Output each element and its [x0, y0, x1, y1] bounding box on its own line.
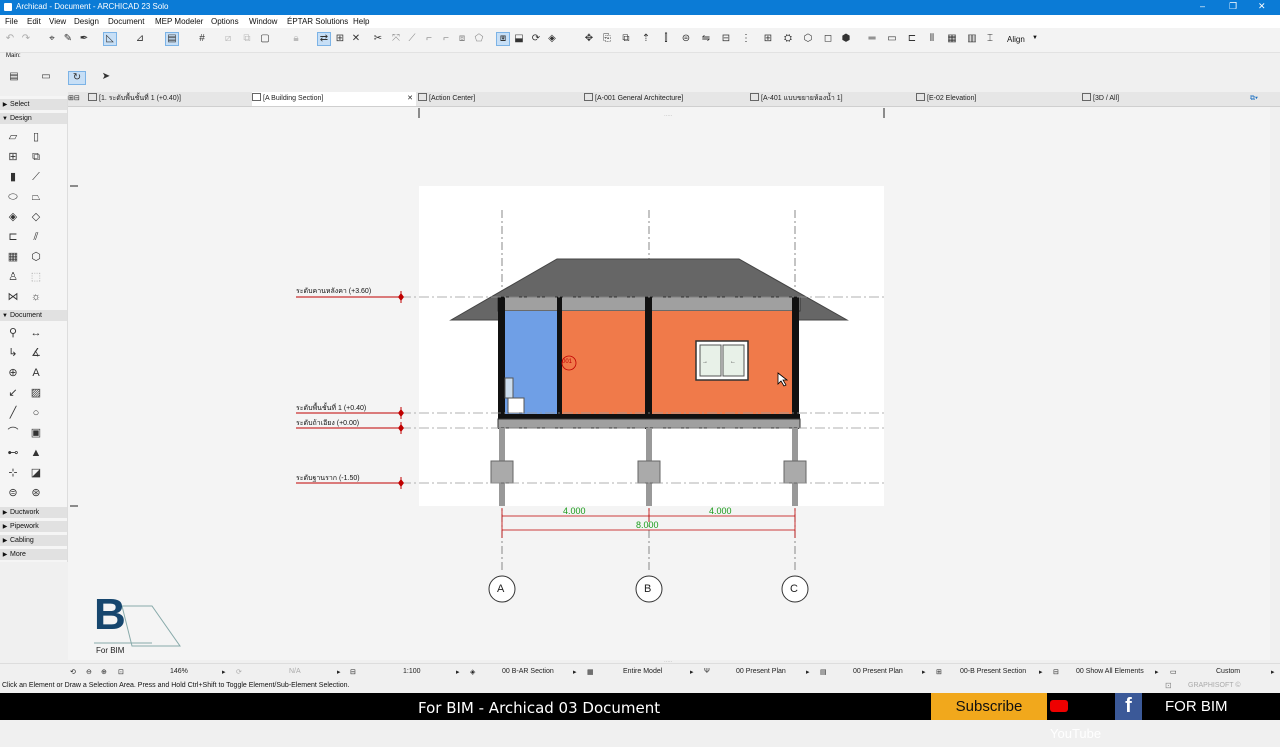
- column-c: [792, 297, 799, 429]
- scale-icon[interactable]: ⊟: [350, 668, 356, 676]
- level-markers: [296, 291, 402, 489]
- rotate-view-icon[interactable]: ⟳: [236, 668, 242, 676]
- angle-value[interactable]: N/A: [289, 668, 301, 675]
- youtube-label: YouTube: [1050, 726, 1102, 741]
- sink: [504, 377, 514, 399]
- pen-set-icon[interactable]: Ψ: [704, 668, 710, 675]
- status-hint: Click an Element or Draw a Selection Are…: [2, 682, 350, 689]
- facebook-icon[interactable]: f: [1115, 693, 1142, 720]
- video-banner: For BIM - Archicad 03 Document Subscribe…: [0, 693, 1280, 741]
- dimension-style-icon[interactable]: ▭: [1170, 668, 1177, 676]
- structure-display-icon[interactable]: ⊟: [1053, 668, 1059, 676]
- level-label-roof-beam: ระดับคานหลังคา (+3.60): [296, 288, 372, 295]
- renovation-icon[interactable]: ⊞: [936, 668, 942, 676]
- svg-text:←: ←: [730, 359, 736, 365]
- zoom-value[interactable]: 146%: [170, 668, 188, 675]
- zoom-out-icon[interactable]: ⊖: [86, 668, 92, 676]
- youtube-play-icon: [1050, 700, 1068, 712]
- grid-label-b: B: [644, 583, 652, 595]
- footing-a: [490, 460, 514, 484]
- graphic-override-icon[interactable]: ▤: [820, 668, 827, 676]
- scale-arrow-icon[interactable]: ▸: [456, 668, 460, 676]
- level-label-ground: ระดับถ้าเอียง (+0.00): [296, 420, 360, 427]
- model-arrow-icon[interactable]: ▸: [690, 668, 694, 676]
- building-section-drawing: → ← ..... .....: [70, 108, 885, 664]
- graphisoft-credit: GRAPHISOFT ©: [1188, 682, 1241, 689]
- footing-c: [783, 460, 807, 484]
- grid-label-a: A: [497, 583, 505, 595]
- dimension-text-ab: 4.000: [563, 506, 586, 516]
- level-label-foundation: ระดับฐานราก (-1.50): [296, 475, 360, 482]
- for-bim-logo: B For BIM: [92, 590, 182, 658]
- level-label-floor-1: ระดับพื้นชั้นที่ 1 (+0.40): [296, 405, 367, 412]
- floor-beam: [497, 418, 801, 429]
- undo-view-icon[interactable]: ⟲: [70, 668, 76, 676]
- graphic-override-value[interactable]: 00 Present Plan: [853, 668, 903, 675]
- logo-caption: For BIM: [96, 646, 125, 655]
- youtube-link[interactable]: YouTube: [1050, 693, 1114, 741]
- structure-display-value[interactable]: 00 Show All Elements: [1076, 668, 1144, 675]
- svg-text:.....: .....: [664, 112, 673, 118]
- structure-arrow-icon[interactable]: ▸: [1155, 668, 1159, 676]
- model-view-icon[interactable]: ▦: [587, 668, 594, 676]
- pen-set-value[interactable]: 00 Present Plan: [736, 668, 786, 675]
- layer-combination[interactable]: 00 B-AR Section: [502, 668, 554, 675]
- column-a: [498, 297, 505, 429]
- room-wall-fill: [561, 311, 647, 414]
- renovation-value[interactable]: 00-B Present Section: [960, 668, 1026, 675]
- zoom-in-icon[interactable]: ⊕: [101, 668, 107, 676]
- floor-slab: [498, 414, 800, 419]
- layer-arrow-icon[interactable]: ▸: [573, 668, 577, 676]
- override-arrow-icon[interactable]: ▸: [922, 668, 926, 676]
- column-b: [645, 297, 652, 429]
- grid-label-c: C: [790, 583, 798, 595]
- layer-combo-icon[interactable]: ◈: [470, 668, 475, 676]
- dimension-style-value[interactable]: Custom: [1216, 668, 1240, 675]
- banner-brand: FOR BIM: [1165, 698, 1228, 715]
- status-bar: ⟲ ⊖ ⊕ ⊡ 146% ▸ ⟳ N/A ▸ ⊟ 1:100 ▸ ◈ 00 B-…: [0, 663, 1280, 681]
- model-view-value[interactable]: Entire Model: [623, 668, 662, 675]
- angle-arrow-icon[interactable]: ▸: [337, 668, 341, 676]
- dimension-text-bc: 4.000: [709, 506, 732, 516]
- svg-text:→: →: [702, 359, 708, 365]
- subscribe-button[interactable]: Subscribe: [931, 693, 1047, 720]
- logo-letter: B: [94, 590, 126, 639]
- pen-arrow-icon[interactable]: ▸: [806, 668, 810, 676]
- footing-b: [637, 460, 661, 484]
- dimension-arrow-icon[interactable]: ▸: [1271, 668, 1275, 676]
- banner-title: For BIM - Archicad 03 Document: [418, 699, 661, 717]
- zone-number: 001: [562, 359, 573, 365]
- settings-icon[interactable]: ⊡: [1165, 681, 1172, 690]
- dimension-text-total: 8.000: [636, 520, 659, 530]
- zoom-arrow-icon[interactable]: ▸: [222, 668, 226, 676]
- scale-value[interactable]: 1:100: [403, 668, 421, 675]
- renovation-arrow-icon[interactable]: ▸: [1039, 668, 1043, 676]
- fit-window-icon[interactable]: ⊡: [118, 668, 124, 676]
- toilet: [507, 397, 525, 414]
